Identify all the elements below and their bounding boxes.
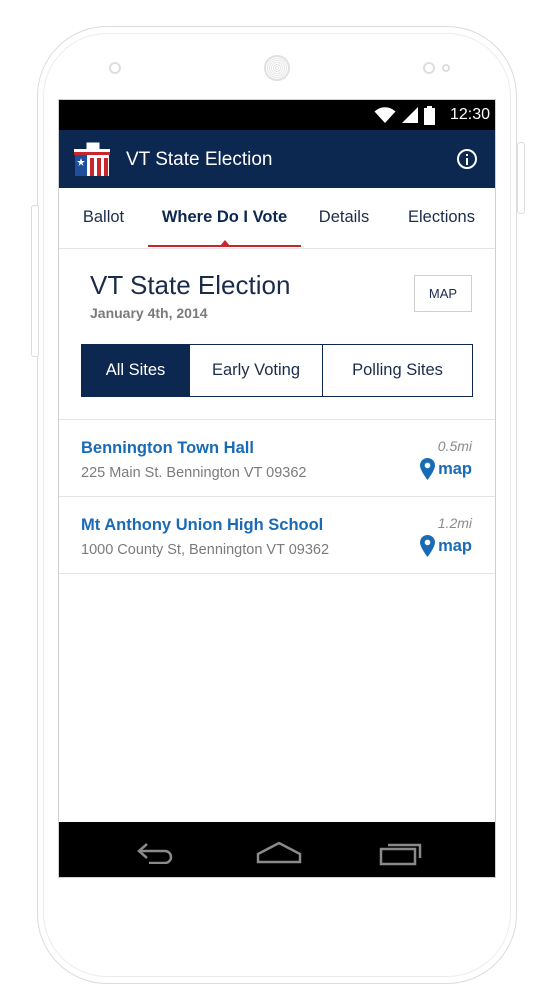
tab-bar: Ballot Where Do I Vote Details Elections bbox=[59, 188, 495, 249]
system-nav-bar bbox=[59, 822, 495, 877]
recent-apps-icon[interactable] bbox=[379, 840, 423, 866]
app-bar: VT State Election bbox=[59, 130, 495, 188]
list-item[interactable]: Mt Anthony Union High School 1000 County… bbox=[59, 497, 495, 574]
battery-icon bbox=[424, 105, 435, 125]
status-icons bbox=[374, 105, 435, 125]
site-list: Bennington Town Hall 225 Main St. Bennin… bbox=[59, 419, 495, 574]
screen: 12:30 VT State Election Ballot Where Do … bbox=[58, 99, 496, 878]
status-time: 12:30 bbox=[449, 106, 490, 123]
election-title: VT State Election bbox=[90, 270, 291, 300]
back-icon[interactable] bbox=[135, 840, 179, 864]
tab-where-do-i-vote[interactable]: Where Do I Vote bbox=[148, 188, 301, 248]
site-filter-control: All Sites Early Voting Polling Sites bbox=[81, 344, 473, 397]
election-date: January 4th, 2014 bbox=[90, 305, 208, 321]
home-icon[interactable] bbox=[256, 840, 302, 864]
map-pin-icon bbox=[420, 535, 436, 557]
tab-ballot[interactable]: Ballot bbox=[71, 188, 136, 248]
map-pin-icon bbox=[420, 458, 436, 480]
list-item[interactable]: Bennington Town Hall 225 Main St. Bennin… bbox=[59, 420, 495, 497]
site-distance: 1.2mi bbox=[437, 515, 472, 531]
power-button bbox=[517, 142, 525, 214]
site-name[interactable]: Mt Anthony Union High School bbox=[81, 516, 323, 535]
proximity-sensor bbox=[423, 62, 435, 74]
status-bar: 12:30 bbox=[59, 100, 495, 130]
site-address: 225 Main St. Bennington VT 09362 bbox=[81, 465, 307, 481]
filter-all-sites[interactable]: All Sites bbox=[82, 345, 189, 396]
active-tab-caret bbox=[220, 240, 230, 246]
light-sensor bbox=[442, 64, 450, 72]
site-address: 1000 County St, Bennington VT 09362 bbox=[81, 542, 330, 558]
info-icon[interactable] bbox=[457, 149, 477, 169]
site-map-label: map bbox=[438, 459, 472, 478]
tab-details[interactable]: Details bbox=[309, 188, 379, 248]
front-camera bbox=[109, 62, 121, 74]
earpiece-speaker bbox=[264, 55, 290, 81]
site-distance: 0.5mi bbox=[437, 438, 472, 454]
wifi-icon bbox=[374, 107, 396, 123]
app-title: VT State Election bbox=[126, 149, 273, 170]
site-map-link[interactable]: map bbox=[420, 535, 472, 557]
signal-icon bbox=[402, 107, 418, 123]
filter-early-voting[interactable]: Early Voting bbox=[189, 345, 322, 396]
site-name[interactable]: Bennington Town Hall bbox=[81, 439, 254, 458]
filter-polling-sites[interactable]: Polling Sites bbox=[322, 345, 472, 396]
site-map-label: map bbox=[438, 536, 472, 555]
tab-elections[interactable]: Elections bbox=[399, 188, 484, 248]
volume-button bbox=[31, 205, 39, 357]
ballot-box-icon bbox=[74, 141, 110, 176]
site-map-link[interactable]: map bbox=[420, 458, 472, 480]
map-button[interactable]: MAP bbox=[414, 275, 472, 312]
